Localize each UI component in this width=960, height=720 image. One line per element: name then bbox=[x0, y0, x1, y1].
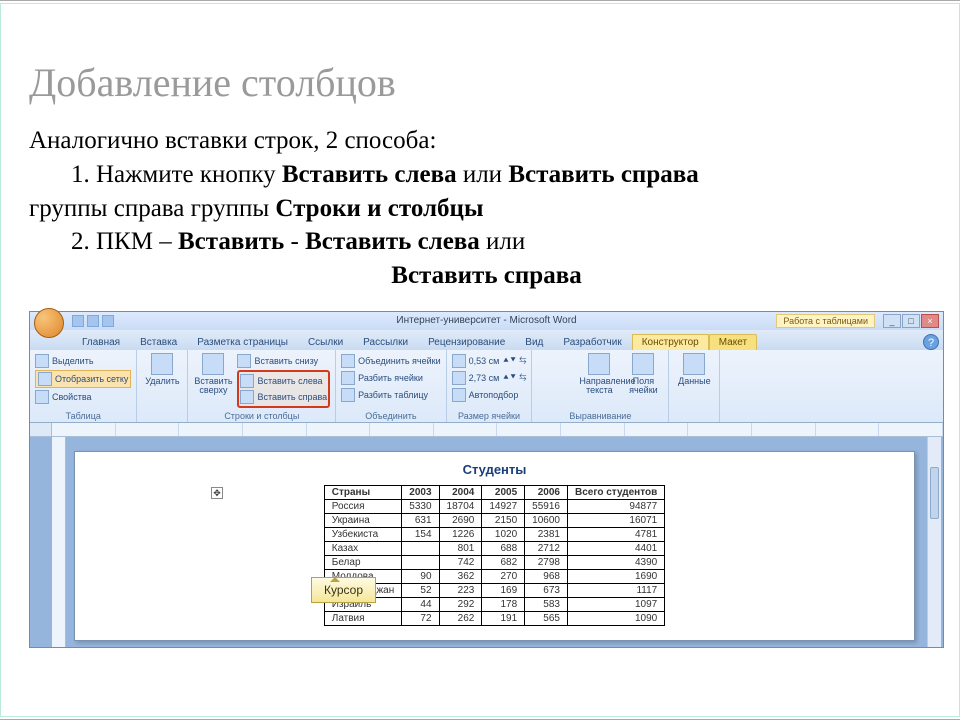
select-button[interactable]: Выделить bbox=[35, 353, 131, 369]
window-minimize[interactable]: _ bbox=[883, 314, 901, 328]
table-row: Страны 2003 2004 2005 2006 Всего студент… bbox=[324, 485, 664, 499]
table-row: Узбекиста1541226102023814781 bbox=[324, 527, 664, 541]
tab-home[interactable]: Главная bbox=[72, 334, 130, 350]
page: Студенты ✥ Страны 2003 2004 2005 2006 Вс… bbox=[74, 451, 915, 641]
vertical-scrollbar[interactable] bbox=[927, 437, 941, 647]
document-area: Студенты ✥ Страны 2003 2004 2005 2006 Вс… bbox=[30, 437, 943, 647]
tab-page-layout[interactable]: Разметка страницы bbox=[187, 334, 298, 350]
col-width-input[interactable]: 2,73 см ⯅⯆ ⇆ bbox=[452, 370, 527, 386]
insert-right-button[interactable]: Вставить справа bbox=[240, 389, 327, 405]
cursor-callout: Курсор bbox=[311, 577, 376, 603]
tab-review[interactable]: Рецензирование bbox=[418, 334, 515, 350]
tab-design[interactable]: Конструктор bbox=[632, 334, 709, 350]
ribbon-tabs: Главная Вставка Разметка страницы Ссылки… bbox=[30, 330, 943, 350]
students-table[interactable]: Страны 2003 2004 2005 2006 Всего студент… bbox=[324, 485, 665, 626]
window-titlebar: Интернет-университет - Microsoft Word Ра… bbox=[30, 312, 943, 330]
table-row: Казах80168827124401 bbox=[324, 541, 664, 555]
table-row: Россия533018704149275591694877 bbox=[324, 499, 664, 513]
properties-button[interactable]: Свойства bbox=[35, 389, 131, 405]
tab-layout[interactable]: Макет bbox=[709, 334, 757, 350]
quick-access-toolbar[interactable] bbox=[72, 315, 114, 327]
table-row: Белар74268227984390 bbox=[324, 555, 664, 569]
slide-title: Добавление столбцов bbox=[29, 59, 944, 106]
table-move-handle[interactable]: ✥ bbox=[211, 487, 223, 499]
document-heading: Студенты bbox=[105, 462, 884, 477]
cell-margins-button[interactable]: Поля ячейки bbox=[623, 353, 663, 396]
vertical-ruler[interactable] bbox=[52, 437, 66, 647]
insert-left-button[interactable]: Вставить слева bbox=[240, 373, 327, 389]
row-height-input[interactable]: 0,53 см ⯅⯆ ⇆ bbox=[452, 353, 527, 369]
tab-references[interactable]: Ссылки bbox=[298, 334, 353, 350]
split-cells-button[interactable]: Разбить ячейки bbox=[341, 370, 440, 386]
slide-body: Аналогично вставки строк, 2 способа: 1. … bbox=[29, 124, 944, 293]
text-direction-button[interactable]: Направление текста bbox=[579, 353, 619, 396]
window-maximize[interactable]: □ bbox=[902, 314, 920, 328]
help-icon[interactable]: ? bbox=[923, 334, 939, 350]
table-row: Латвия722621915651090 bbox=[324, 611, 664, 625]
tab-mailings[interactable]: Рассылки bbox=[353, 334, 418, 350]
view-gridlines-button[interactable]: Отобразить сетку bbox=[35, 370, 131, 388]
insert-below-button[interactable]: Вставить снизу bbox=[237, 353, 330, 369]
data-button[interactable]: Данные bbox=[674, 353, 714, 386]
table-row: Украина631269021501060016071 bbox=[324, 513, 664, 527]
tab-insert[interactable]: Вставка bbox=[130, 334, 187, 350]
office-button[interactable] bbox=[34, 308, 64, 338]
horizontal-ruler[interactable] bbox=[30, 423, 943, 437]
autofit-button[interactable]: Автоподбор bbox=[452, 387, 527, 403]
intro-line: Аналогично вставки строк, 2 способа: bbox=[29, 124, 944, 158]
ribbon: Выделить Отобразить сетку Свойства Табли… bbox=[30, 350, 943, 423]
delete-button[interactable]: Удалить bbox=[142, 353, 182, 386]
window-close[interactable]: × bbox=[921, 314, 939, 328]
contextual-tab-label: Работа с таблицами bbox=[776, 314, 875, 328]
tab-view[interactable]: Вид bbox=[515, 334, 553, 350]
split-table-button[interactable]: Разбить таблицу bbox=[341, 387, 440, 403]
insert-above-button[interactable]: Вставить сверху bbox=[193, 353, 233, 396]
word-screenshot: Интернет-университет - Microsoft Word Ра… bbox=[29, 311, 944, 648]
merge-cells-button[interactable]: Объединить ячейки bbox=[341, 353, 440, 369]
window-title: Интернет-университет - Microsoft Word bbox=[396, 315, 576, 326]
tab-developer[interactable]: Разработчик bbox=[553, 334, 631, 350]
